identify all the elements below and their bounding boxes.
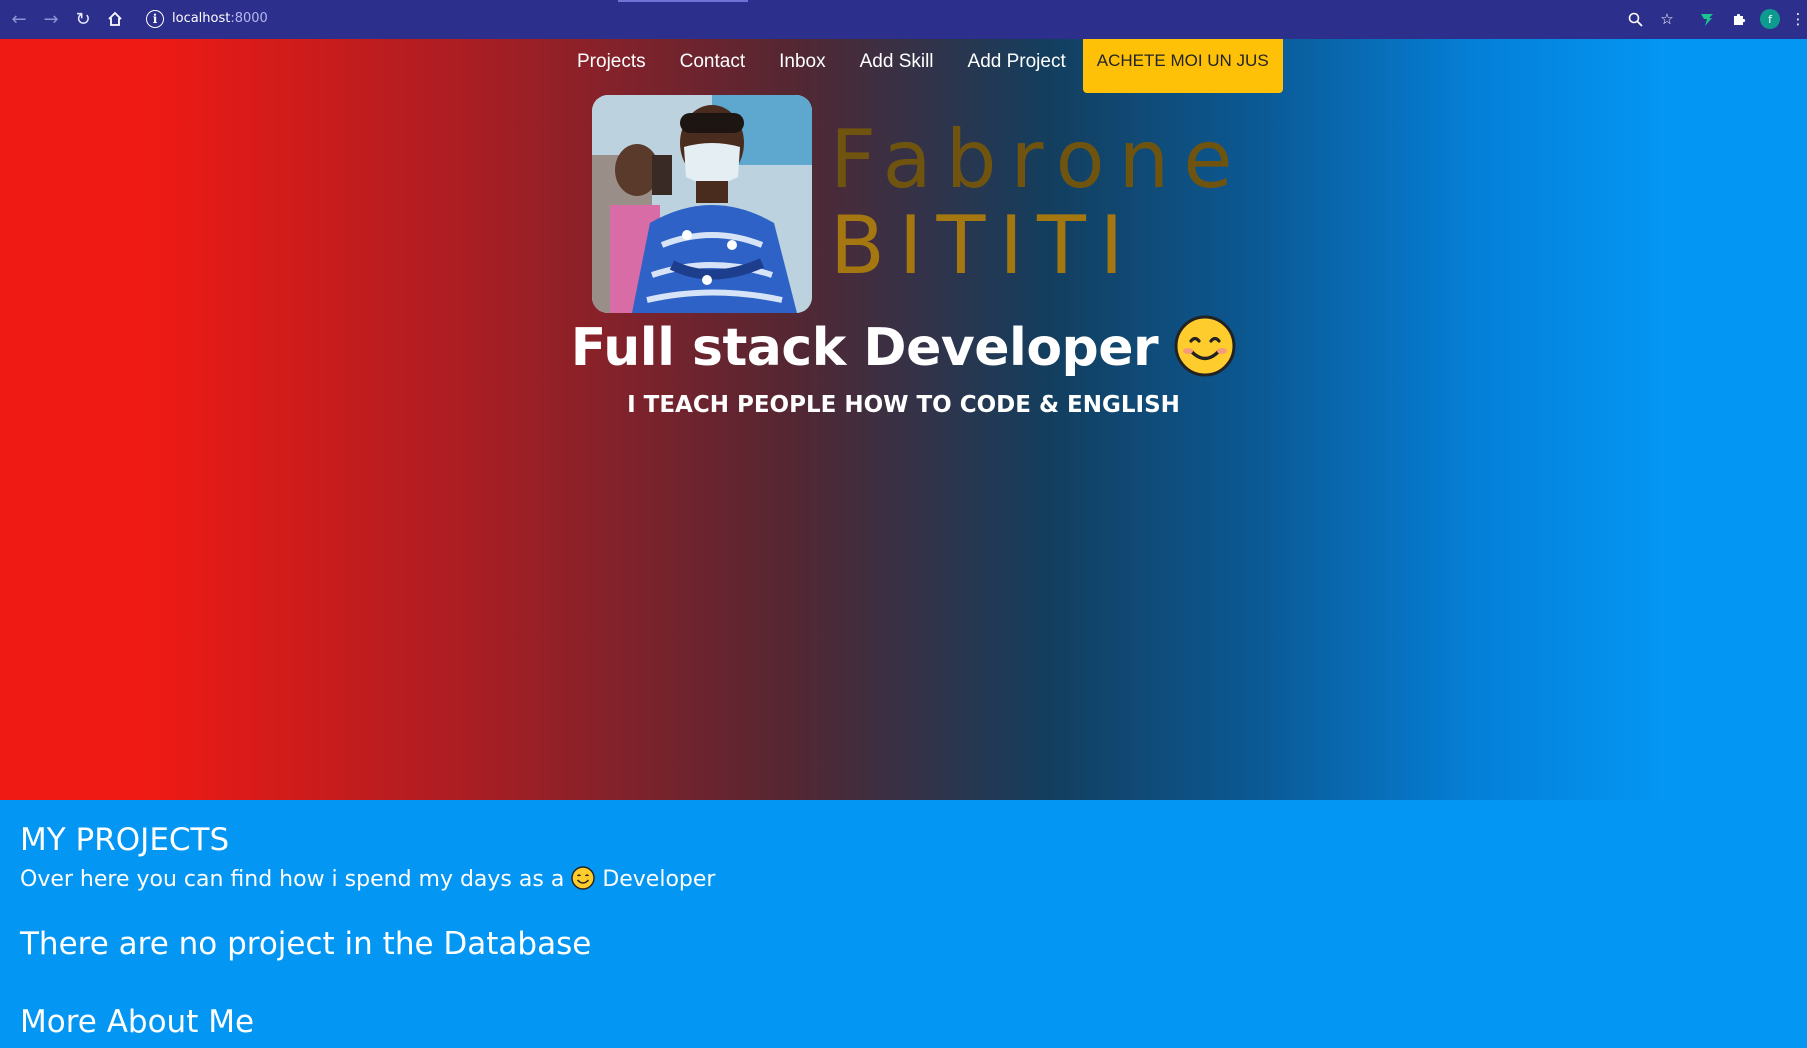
forward-icon[interactable]: → xyxy=(40,8,62,30)
hero-role: Full stack Developer xyxy=(0,315,1807,378)
active-tab-indicator xyxy=(618,0,748,2)
projects-subtitle-start: Over here you can find how i spend my da… xyxy=(20,867,565,892)
projects-subtitle-end: Developer xyxy=(602,867,716,892)
main-nav: Projects Contact Inbox Add Skill Add Pro… xyxy=(560,39,1283,94)
back-icon[interactable]: ← xyxy=(8,8,30,30)
last-name: BITITI xyxy=(830,199,1138,292)
home-icon[interactable] xyxy=(104,8,126,30)
extension-green-icon[interactable] xyxy=(1696,8,1718,30)
hero-tagline: I TEACH PEOPLE HOW TO CODE & ENGLISH xyxy=(627,392,1180,418)
smiling-face-icon xyxy=(571,866,596,890)
browser-toolbar: ← → ↻ i localhost:8000 ☆ f ⋮ xyxy=(0,0,1807,39)
projects-subtitle: Over here you can find how i spend my da… xyxy=(20,866,715,892)
nav-contact[interactable]: Contact xyxy=(663,39,762,82)
profile-photo xyxy=(592,95,812,313)
nav-add-skill[interactable]: Add Skill xyxy=(843,39,951,82)
nav-add-project[interactable]: Add Project xyxy=(951,39,1083,82)
smiling-face-icon xyxy=(1174,315,1236,377)
star-icon[interactable]: ☆ xyxy=(1656,8,1678,30)
reload-icon[interactable]: ↻ xyxy=(72,8,94,30)
address-bar[interactable]: localhost:8000 xyxy=(172,11,268,26)
hero-section: Projects Contact Inbox Add Skill Add Pro… xyxy=(0,39,1807,800)
zoom-icon[interactable] xyxy=(1624,8,1646,30)
nav-projects[interactable]: Projects xyxy=(560,39,663,82)
no-projects-message: There are no project in the Database xyxy=(20,926,592,962)
about-heading: More About Me xyxy=(20,1004,255,1040)
nav-inbox[interactable]: Inbox xyxy=(762,39,842,82)
buy-juice-button[interactable]: ACHETE MOI UN JUS xyxy=(1082,39,1283,93)
menu-icon[interactable]: ⋮ xyxy=(1791,8,1806,30)
role-text: Full stack Developer xyxy=(570,318,1159,378)
first-name: Fabrone xyxy=(830,113,1247,206)
puzzle-icon[interactable] xyxy=(1728,8,1750,30)
hero-name: Fabrone BITITI xyxy=(830,117,1246,289)
profile-avatar[interactable]: f xyxy=(1760,9,1780,29)
projects-heading: MY PROJECTS xyxy=(20,822,230,858)
info-icon[interactable]: i xyxy=(146,10,164,28)
url-host: localhost xyxy=(172,11,231,26)
url-port: :8000 xyxy=(230,11,268,26)
